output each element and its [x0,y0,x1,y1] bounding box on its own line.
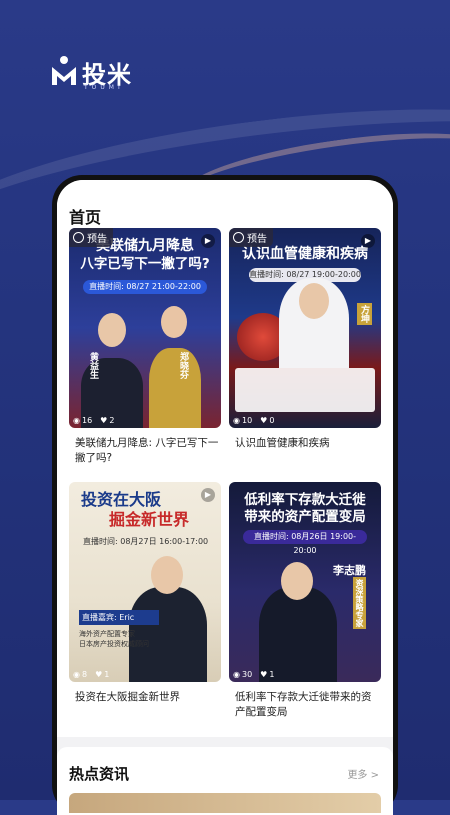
poster-headline-3b: 掘金新世界 [109,510,190,529]
poster-time-1: 直播时间: 08/27 21:00-22:00 [83,280,207,294]
views-stat: ◉ 30 [233,670,253,679]
play-icon[interactable]: ▶ [201,234,215,248]
logo-mark-icon [52,56,76,85]
guest-head-4 [281,562,313,600]
page-title: 首页 [69,208,102,227]
live-poster-4: 低利率下存款大迁徙 带来的资产配置变局 直播时间: 08月26日 19:00-2… [229,482,381,682]
guest-head-1b [161,306,187,338]
play-icon[interactable]: ▶ [361,234,375,248]
poster-headline-3a: 投资在大阪 [81,490,162,509]
news-thumbnail[interactable] [69,793,381,813]
guest-desc-3b: 日本房产投资权威顾问 [79,640,149,648]
guest-figure-4 [259,587,337,682]
poster-stats-3: ◉ 8 ♥ 1 [73,670,109,679]
home-section: 首页 美联储九月降息 八字已写下一撇了吗? 直播时间: 08/27 21:00-… [57,180,393,737]
eye-icon: ◉ [73,670,80,679]
guest-desc-4: 资深策略专家 [353,577,366,629]
likes-stat: ♥ 2 [100,416,115,425]
news-section-title: 热点资讯 [69,765,130,783]
guest-name-2: 方坤 [357,303,372,325]
poster-headline-1b: 八字已写下一撇了吗? [80,255,210,272]
clock-icon [233,232,244,243]
live-poster-3: 投资在大阪 掘金新世界 ▶ 直播时间: 08月27日 16:00-17:00 直… [69,482,221,682]
eye-icon: ◉ [73,416,80,425]
heart-icon: ♥ [260,416,268,425]
heart-icon: ♥ [100,416,108,425]
poster-time-4: 直播时间: 08月26日 19:00-20:00 [243,530,367,555]
card-title-2[interactable]: 认识血管健康和疾病 [229,436,381,451]
news-section: 热点资讯 更多 > [57,747,393,815]
guest-desc-3a: 海外资产配置专家 [79,630,135,638]
eye-icon: ◉ [233,416,240,425]
guest-name-1b: 郑晓芬 [178,352,188,379]
views-stat: ◉ 8 [73,670,88,679]
views-stat: ◉ 16 [73,416,93,425]
live-card-3[interactable]: 投资在大阪 掘金新世界 ▶ 直播时间: 08月27日 16:00-17:00 直… [69,482,221,705]
play-icon[interactable]: ▶ [201,488,215,502]
eye-icon: ◉ [233,670,240,679]
brand-logo: 投米 [50,55,132,87]
poster-headline-4a: 低利率下存款大迁徙 [244,492,366,508]
preview-tag-2: 预告 [229,228,273,247]
views-stat: ◉ 10 [233,416,253,425]
heart-icon: ♥ [260,670,268,679]
guest-head-3 [151,556,183,594]
guest-head-2 [299,283,329,319]
poster-headline-4b: 带来的资产配置变局 [244,508,366,525]
poster-stats-4: ◉ 30 ♥ 1 [233,670,274,679]
live-poster-1: 美联储九月降息 八字已写下一撇了吗? 直播时间: 08/27 21:00-22:… [69,228,221,428]
card-title-4[interactable]: 低利率下存款大迁徙带来的资产配置变局 [229,690,381,720]
poster-stats-2: ◉ 10 ♥ 0 [233,416,274,425]
card-title-1[interactable]: 美联储九月降息: 八字已写下一撇了吗? [69,436,221,466]
guest-name-4: 李志鹏 [333,564,366,577]
brand-subtitle: TOUMI [84,84,124,91]
likes-stat: ♥ 1 [95,670,110,679]
heart-icon: ♥ [95,670,103,679]
live-card-1[interactable]: 美联储九月降息 八字已写下一撇了吗? 直播时间: 08/27 21:00-22:… [69,228,221,466]
clock-icon [73,232,84,243]
live-poster-2: 认识血管健康和疾病 直播时间: 08/27 19:00-20:00 方坤 预告 … [229,228,381,428]
likes-stat: ♥ 0 [260,416,275,425]
poster-stats-1: ◉ 16 ♥ 2 [73,416,114,425]
phone-screen: 首页 美联储九月降息 八字已写下一撇了吗? 直播时间: 08/27 21:00-… [57,180,393,815]
guest-info-3: 直播嘉宾: Eric 海外资产配置专家 日本房产投资权威顾问 [79,610,159,649]
guest-label-3: 直播嘉宾: Eric [79,610,159,625]
poster-headline-2: 认识血管健康和疾病 [242,246,368,262]
preview-tag-1: 预告 [69,228,113,247]
likes-stat: ♥ 1 [260,670,275,679]
poster-time-3: 直播时间: 08月27日 16:00-17:00 [83,537,209,546]
poster-bio-2 [235,368,375,412]
guest-figure-1b [149,348,201,428]
guest-name-1a: 黄益生 [88,352,98,379]
live-card-4[interactable]: 低利率下存款大迁徙 带来的资产配置变局 直播时间: 08月26日 19:00-2… [229,482,381,720]
guest-head-1a [98,313,126,347]
phone-frame: 首页 美联储九月降息 八字已写下一撇了吗? 直播时间: 08/27 21:00-… [52,175,398,815]
card-title-3[interactable]: 投资在大阪掘金新世界 [69,690,221,705]
news-more-link[interactable]: 更多 > [347,766,379,781]
live-card-2[interactable]: 认识血管健康和疾病 直播时间: 08/27 19:00-20:00 方坤 预告 … [229,228,381,451]
